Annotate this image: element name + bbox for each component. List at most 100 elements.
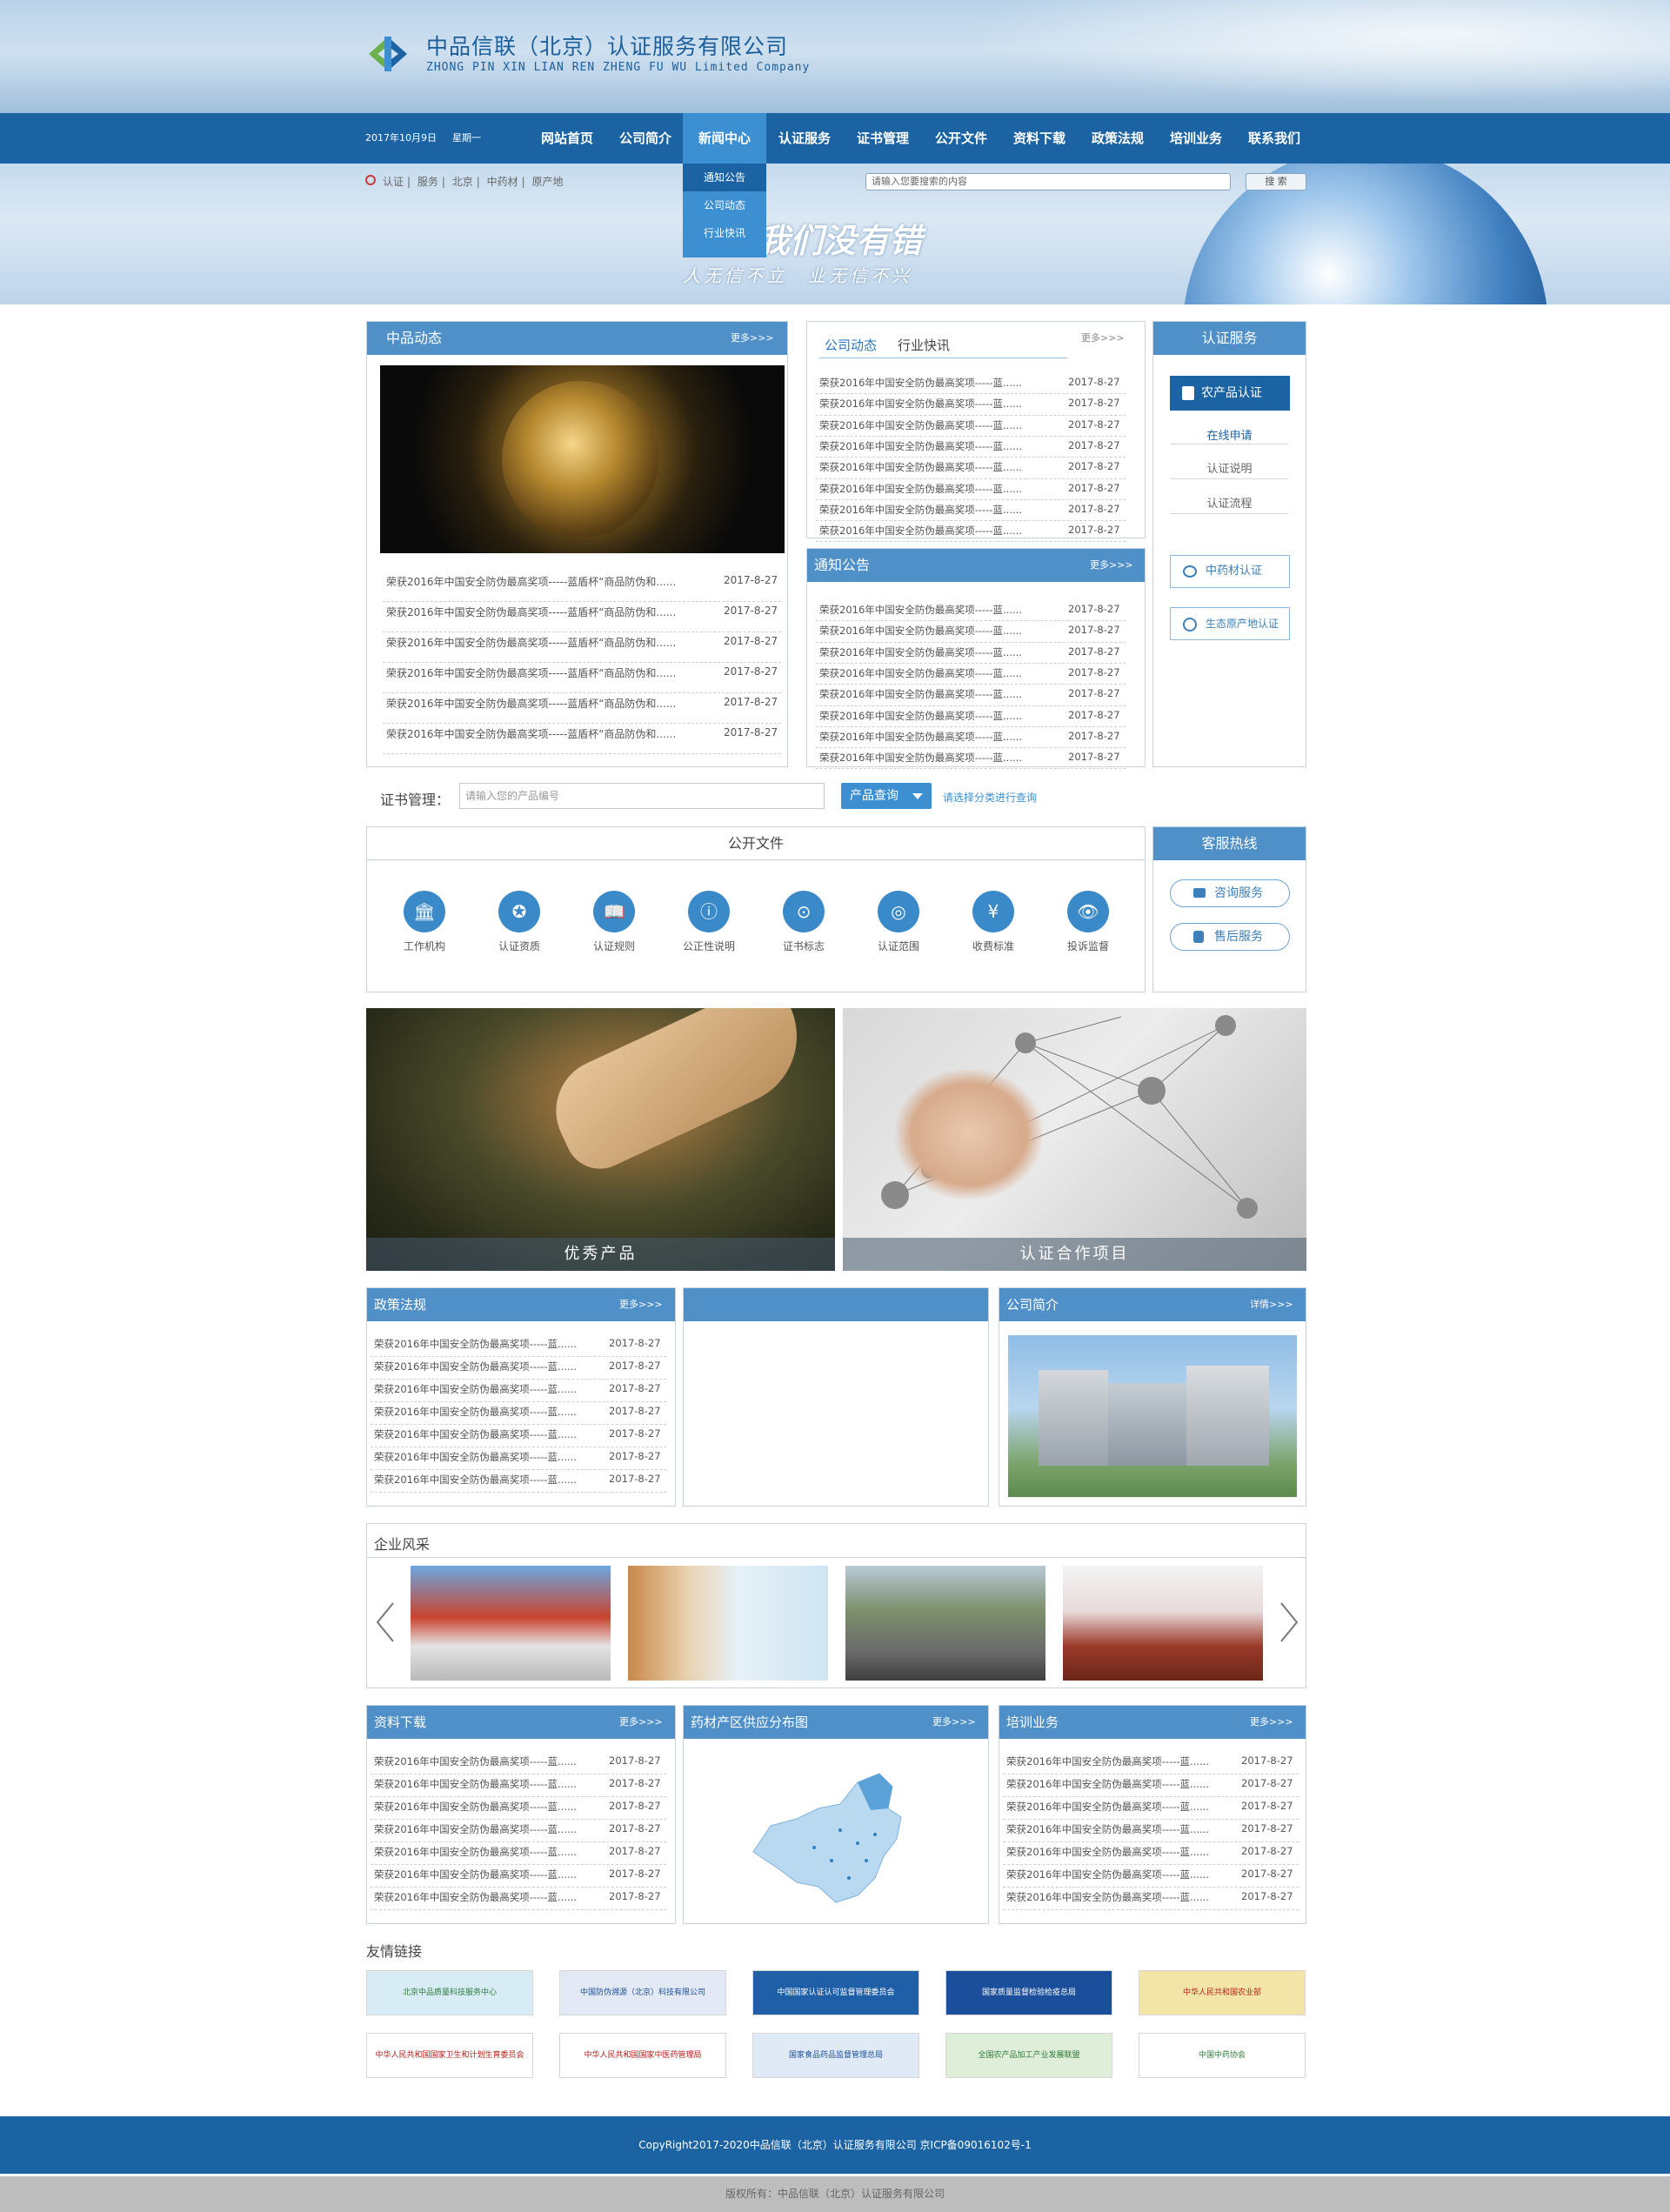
news-list-item[interactable]: 荣获2016年中国安全防伪最高奖项-----蓝...... — [374, 1382, 602, 1396]
submenu-company-news[interactable]: 公司动态 — [683, 191, 766, 219]
news-list-item[interactable]: 荣获2016年中国安全防伪最高奖项-----蓝...... — [374, 1360, 602, 1373]
news-list-item[interactable]: 荣获2016年中国安全防伪最高奖项-----蓝...... — [819, 624, 1054, 638]
cert-cooperation-image[interactable]: 认证合作项目 — [843, 1008, 1306, 1271]
news-list-item[interactable]: 荣获2016年中国安全防伪最高奖项-----蓝...... — [374, 1473, 602, 1487]
public-file-label[interactable]: 工作机构 — [381, 939, 468, 953]
news-list-item[interactable]: 荣获2016年中国安全防伪最高奖项-----蓝...... — [374, 1337, 602, 1351]
eco-origin-cert-button[interactable]: 生态原产地认证 — [1170, 607, 1290, 640]
nav-downloads[interactable]: 资料下载 — [1003, 113, 1076, 164]
rules-icon[interactable]: 📖 — [593, 891, 635, 932]
cert-explain-link[interactable]: 认证说明 — [1153, 459, 1306, 476]
product-query-button[interactable]: 产品查询 — [841, 783, 932, 809]
news-list-item[interactable]: 荣获2016年中国安全防伪最高奖项-----蓝...... — [374, 1427, 602, 1441]
notice-more[interactable]: 更多>>> — [1090, 549, 1133, 582]
tag-service[interactable]: 服务 — [418, 176, 438, 188]
agri-cert-button[interactable]: 农产品认证 — [1170, 376, 1290, 411]
tab-industry-news[interactable]: 行业快讯 — [898, 336, 950, 354]
news-list-item[interactable]: 荣获2016年中国安全防伪最高奖项-----蓝盾杯“商品防伪和...... — [386, 696, 691, 711]
arrow-left-icon[interactable] — [374, 1601, 397, 1644]
zp-news-image[interactable] — [380, 365, 785, 553]
public-file-label[interactable]: 投诉监督 — [1045, 939, 1132, 953]
scope-icon[interactable]: ◎ — [878, 891, 919, 932]
nav-news[interactable]: 新闻中心 — [683, 113, 766, 164]
nav-training[interactable]: 培训业务 — [1159, 113, 1232, 164]
online-apply-link[interactable]: 在线申请 — [1153, 426, 1306, 443]
company-intro-more[interactable]: 详情>>> — [1250, 1288, 1293, 1321]
friend-link-7[interactable]: 中华人民共和国国家中医药管理局 — [559, 2033, 726, 2078]
policy-more[interactable]: 更多>>> — [619, 1288, 663, 1321]
news-list-item[interactable]: 荣获2016年中国安全防伪最高奖项-----蓝...... — [1006, 1890, 1234, 1904]
news-list-item[interactable]: 荣获2016年中国安全防伪最高奖项-----蓝...... — [374, 1777, 602, 1791]
cert-process-link[interactable]: 认证流程 — [1153, 494, 1306, 511]
news-list-item[interactable]: 荣获2016年中国安全防伪最高奖项-----蓝...... — [1006, 1754, 1234, 1768]
news-list-item[interactable]: 荣获2016年中国安全防伪最高奖项-----蓝...... — [819, 376, 1054, 390]
friend-link-10[interactable]: 中国中药协会 — [1139, 2033, 1306, 2078]
news-list-item[interactable]: 荣获2016年中国安全防伪最高奖项-----蓝...... — [1006, 1868, 1234, 1881]
institution-icon[interactable]: 🏛 — [404, 891, 445, 932]
supply-map-more[interactable]: 更多>>> — [932, 1706, 976, 1739]
friend-link-2[interactable]: 中国防伪溯源（北京）科技有限公司 — [559, 1970, 726, 2015]
nav-home[interactable]: 网站首页 — [531, 113, 604, 164]
news-list-item[interactable]: 荣获2016年中国安全防伪最高奖项-----蓝...... — [819, 503, 1054, 517]
submenu-notice[interactable]: 通知公告 — [683, 164, 766, 191]
news-list-item[interactable]: 荣获2016年中国安全防伪最高奖项-----蓝...... — [819, 709, 1054, 723]
tag-cert[interactable]: 认证 — [383, 176, 404, 188]
china-map-image[interactable] — [736, 1756, 936, 1913]
public-file-label[interactable]: 证书标志 — [760, 939, 847, 953]
nav-cert-mgmt[interactable]: 证书管理 — [846, 113, 919, 164]
mark-icon[interactable]: ⊙ — [783, 891, 825, 932]
news-list-item[interactable]: 荣获2016年中国安全防伪最高奖项-----蓝盾杯“商品防伪和...... — [386, 665, 691, 680]
news-list-item[interactable]: 荣获2016年中国安全防伪最高奖项-----蓝...... — [1006, 1822, 1234, 1836]
news-list-item[interactable]: 荣获2016年中国安全防伪最高奖项-----蓝盾杯“商品防伪和...... — [386, 605, 691, 619]
herb-cert-button[interactable]: 中药材认证 — [1170, 555, 1290, 588]
fee-icon[interactable]: ¥ — [972, 891, 1014, 932]
after-sales-button[interactable]: 售后服务 — [1170, 923, 1290, 951]
news-list-item[interactable]: 荣获2016年中国安全防伪最高奖项-----蓝...... — [819, 603, 1054, 617]
public-file-label[interactable]: 收费标准 — [950, 939, 1037, 953]
news-list-item[interactable]: 荣获2016年中国安全防伪最高奖项-----蓝...... — [374, 1450, 602, 1464]
consult-service-button[interactable]: 咨询服务 — [1170, 879, 1290, 907]
friend-link-3[interactable]: 中国国家认证认可监督管理委员会 — [752, 1970, 919, 2015]
news-list-item[interactable]: 荣获2016年中国安全防伪最高奖项-----蓝...... — [374, 1845, 602, 1859]
news-list-item[interactable]: 荣获2016年中国安全防伪最高奖项-----蓝...... — [819, 439, 1054, 453]
downloads-more[interactable]: 更多>>> — [619, 1706, 663, 1739]
cert-number-input[interactable]: 请输入您的产品编号 — [459, 783, 825, 809]
news-list-item[interactable]: 荣获2016年中国安全防伪最高奖项-----蓝...... — [1006, 1800, 1234, 1814]
company-building-image[interactable] — [1008, 1335, 1297, 1497]
news-list-item[interactable]: 荣获2016年中国安全防伪最高奖项-----蓝...... — [374, 1890, 602, 1904]
friend-link-5[interactable]: 中华人民共和国农业部 — [1139, 1970, 1306, 2015]
tag-origin[interactable]: 原产地 — [532, 176, 564, 188]
news-list-item[interactable]: 荣获2016年中国安全防伪最高奖项-----蓝...... — [819, 687, 1054, 701]
news-list-item[interactable]: 荣获2016年中国安全防伪最高奖项-----蓝...... — [819, 418, 1054, 432]
friend-link-9[interactable]: 全国农产品加工产业发展联盟 — [945, 2033, 1112, 2078]
news-list-item[interactable]: 荣获2016年中国安全防伪最高奖项-----蓝盾杯“商品防伪和...... — [386, 726, 691, 741]
submenu-industry-news[interactable]: 行业快讯 — [683, 219, 766, 247]
news-list-item[interactable]: 荣获2016年中国安全防伪最高奖项-----蓝...... — [819, 751, 1054, 765]
gallery-photo-1[interactable] — [411, 1566, 611, 1681]
search-button[interactable]: 搜 索 — [1246, 173, 1306, 190]
news-list-item[interactable]: 荣获2016年中国安全防伪最高奖项-----蓝...... — [374, 1868, 602, 1881]
arrow-right-icon[interactable] — [1278, 1601, 1300, 1644]
featured-products-image[interactable]: 优秀产品 — [366, 1008, 835, 1271]
news-list-item[interactable]: 荣获2016年中国安全防伪最高奖项-----蓝...... — [1006, 1845, 1234, 1859]
news-list-item[interactable]: 荣获2016年中国安全防伪最高奖项-----蓝...... — [374, 1754, 602, 1768]
friend-link-4[interactable]: 国家质量监督检验检疫总局 — [945, 1970, 1112, 2015]
nav-about[interactable]: 公司简介 — [609, 113, 682, 164]
nav-public-files[interactable]: 公开文件 — [925, 113, 998, 164]
company-news-more[interactable]: 更多>>> — [1081, 329, 1125, 348]
info-icon[interactable]: ⓘ — [688, 891, 730, 932]
gallery-photo-2[interactable] — [628, 1566, 828, 1681]
friend-link-1[interactable]: 北京中品质量科技服务中心 — [366, 1970, 533, 2015]
gallery-photo-4[interactable] — [1063, 1566, 1263, 1681]
nav-policy[interactable]: 政策法规 — [1081, 113, 1154, 164]
tab-company-news[interactable]: 公司动态 — [825, 336, 877, 354]
news-list-item[interactable]: 荣获2016年中国安全防伪最高奖项-----蓝...... — [374, 1800, 602, 1814]
news-list-item[interactable]: 荣获2016年中国安全防伪最高奖项-----蓝...... — [374, 1822, 602, 1836]
news-list-item[interactable]: 荣获2016年中国安全防伪最高奖项-----蓝...... — [819, 524, 1054, 538]
nav-contact[interactable]: 联系我们 — [1238, 113, 1311, 164]
tag-beijing[interactable]: 北京 — [452, 176, 473, 188]
zp-news-more[interactable]: 更多>>> — [731, 322, 774, 355]
public-file-label[interactable]: 认证规则 — [571, 939, 658, 953]
tag-herb[interactable]: 中药材 — [487, 176, 518, 188]
training-more[interactable]: 更多>>> — [1250, 1706, 1293, 1739]
